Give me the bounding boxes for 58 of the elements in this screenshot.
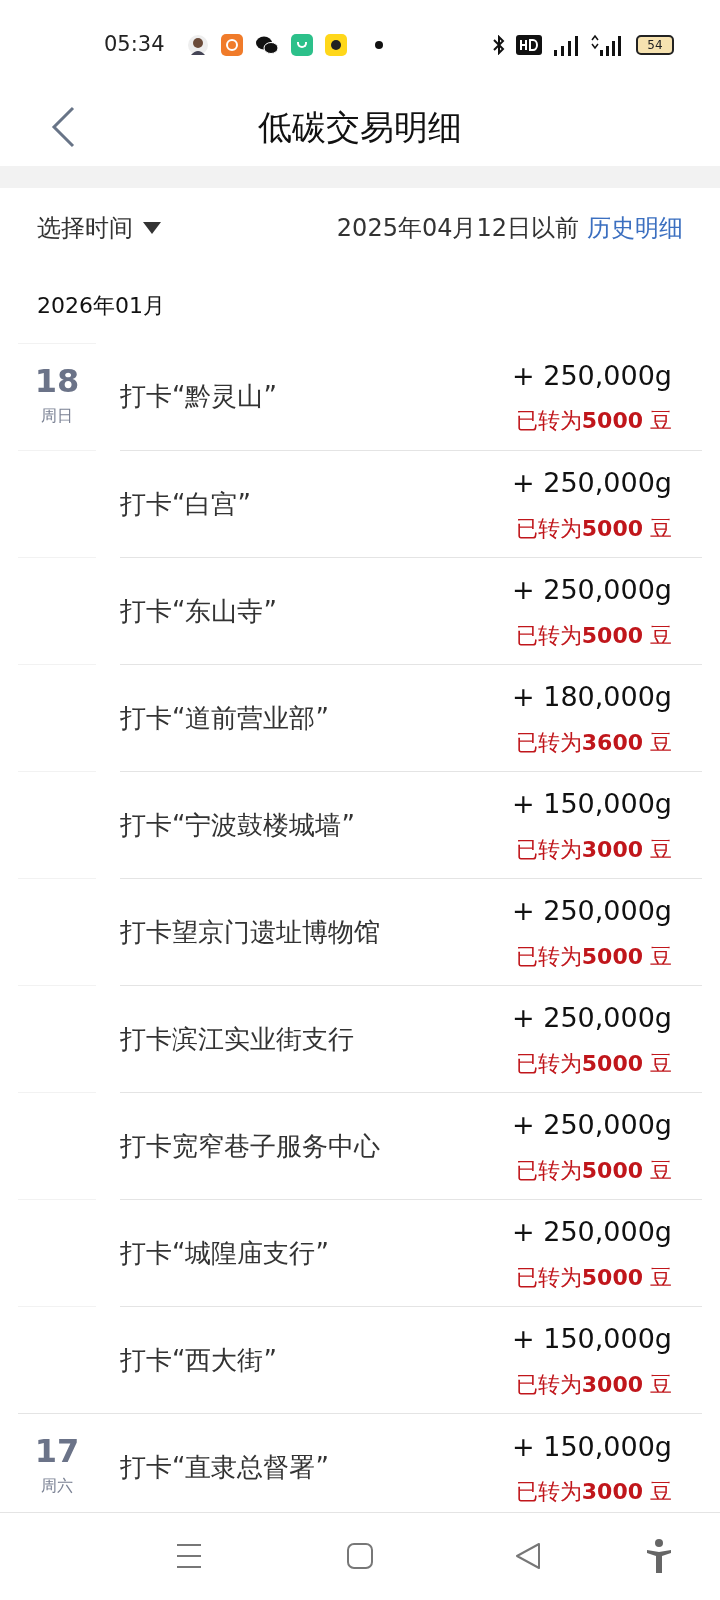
page-title: 低碳交易明细 — [258, 105, 462, 149]
signal-icon — [552, 34, 580, 56]
record-title: 打卡宽窄巷子服务中心 — [120, 1129, 381, 1163]
history-link[interactable]: 历史明细 — [587, 210, 683, 246]
converted-beans: 已转为3600 豆 — [515, 728, 672, 757]
record-title: 打卡“直隶总督署” — [120, 1451, 330, 1484]
day-number: 17 — [34, 1432, 80, 1470]
signal-icon — [590, 34, 622, 56]
menu-icon[interactable] — [176, 1543, 202, 1569]
amount: + 250,000g — [512, 358, 672, 393]
bluetooth-icon — [492, 35, 506, 55]
day-number: 18 — [34, 362, 80, 400]
record-title: 打卡“白宫” — [120, 487, 252, 521]
status-time: 05:34 — [104, 31, 165, 59]
month-heading: 2026年01月 — [37, 292, 165, 320]
weekday-label: 周日 — [41, 405, 73, 427]
amount: + 150,000g — [512, 787, 672, 822]
app-icon — [220, 34, 243, 56]
record-title: 打卡“东山寺” — [120, 594, 278, 628]
amount: + 250,000g — [512, 894, 672, 929]
chat-icon — [254, 34, 279, 56]
amount: + 250,000g — [512, 1001, 672, 1036]
record-title: 打卡“城隍庙支行” — [120, 1236, 330, 1270]
converted-beans: 已转为5000 豆 — [515, 1156, 672, 1185]
dropdown-caret-icon — [143, 222, 161, 234]
accessibility-icon[interactable] — [646, 1539, 672, 1573]
amount: + 250,000g — [512, 1108, 672, 1143]
amount: + 250,000g — [512, 573, 672, 608]
converted-beans: 已转为5000 豆 — [515, 942, 672, 971]
converted-beans: 已转为5000 豆 — [515, 407, 672, 436]
hd-icon — [516, 35, 542, 55]
app-icon — [324, 34, 347, 56]
time-select-dropdown[interactable]: 选择时间 — [37, 210, 161, 246]
amount: + 150,000g — [512, 1429, 672, 1464]
back-icon[interactable] — [515, 1542, 541, 1570]
record-title: 打卡望京门遗址博物馆 — [120, 915, 381, 949]
converted-beans: 已转为3000 豆 — [515, 1478, 672, 1507]
record-title: 打卡“宁波鼓楼城墙” — [120, 808, 356, 842]
amount: + 250,000g — [512, 466, 672, 501]
shopping-bag-icon — [290, 34, 313, 56]
record-title: 打卡“西大街” — [120, 1343, 278, 1377]
converted-beans: 已转为5000 豆 — [515, 1049, 672, 1078]
date-note: 2025年04月12日以前 — [336, 213, 579, 244]
converted-beans: 已转为3000 豆 — [515, 835, 672, 864]
converted-beans: 已转为5000 豆 — [515, 514, 672, 543]
amount: + 180,000g — [512, 680, 672, 715]
avatar-icon — [186, 34, 209, 56]
converted-beans: 已转为5000 豆 — [515, 621, 672, 650]
weekday-label: 周六 — [41, 1475, 73, 1497]
converted-beans: 已转为5000 豆 — [515, 1263, 672, 1292]
converted-beans: 已转为3000 豆 — [515, 1370, 672, 1399]
home-icon[interactable] — [347, 1543, 373, 1569]
record-title: 打卡“道前营业部” — [120, 701, 330, 735]
amount: + 250,000g — [512, 1215, 672, 1250]
record-title: 打卡滨江实业街支行 — [120, 1022, 355, 1056]
battery-indicator: 54 — [636, 35, 674, 55]
record-title: 打卡“黔灵山” — [120, 380, 278, 413]
amount: + 150,000g — [512, 1322, 672, 1357]
